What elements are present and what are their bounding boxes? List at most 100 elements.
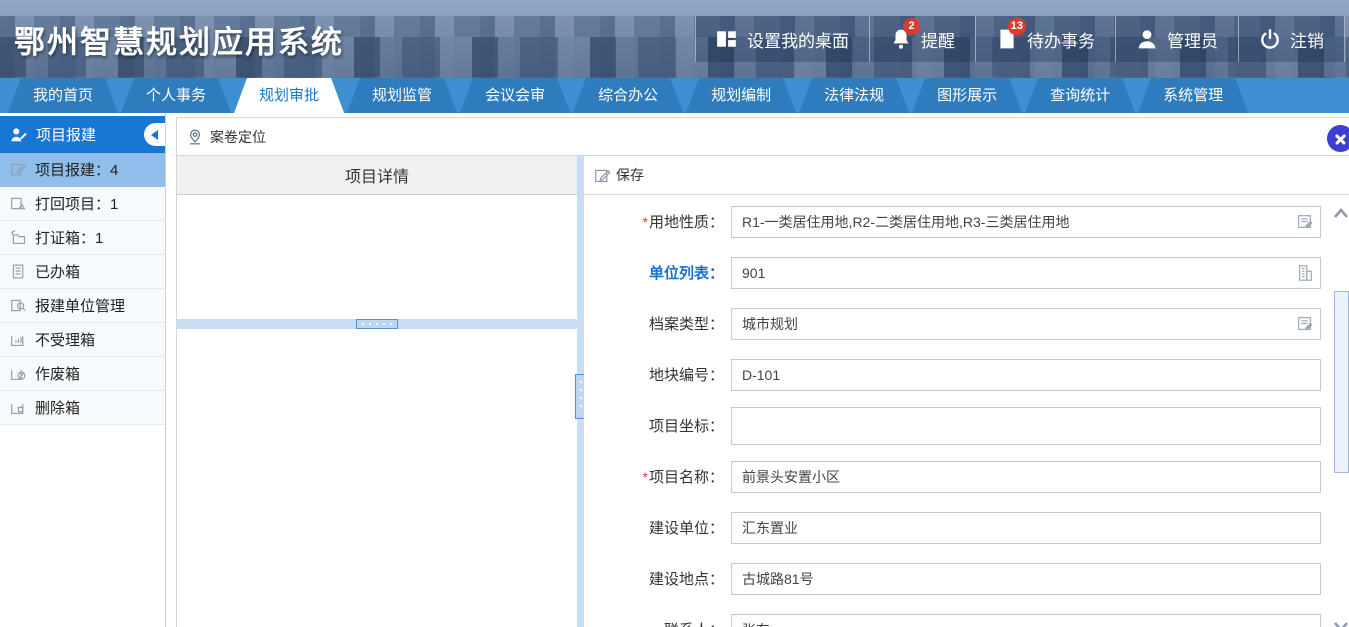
sidebar-item-certificate-box[interactable]: 打证箱：1 <box>0 221 165 255</box>
sidebar-item-label: 删除箱 <box>35 397 80 418</box>
tab-laws-regulations[interactable]: 法律法规 <box>799 78 909 113</box>
content-region: 案卷定位 项目详情 保存 *用地性质： <box>176 117 1349 627</box>
reminder-label: 提醒 <box>921 27 955 52</box>
horizontal-splitter[interactable] <box>177 319 577 329</box>
unit-list-link[interactable]: 单位列表： <box>584 262 724 283</box>
field-row-contact-person: 联系人： <box>584 604 1349 627</box>
logout-button[interactable]: 注销 <box>1238 16 1345 62</box>
sidebar-item-label: 报建单位管理 <box>35 295 125 316</box>
tab-system-management[interactable]: 系统管理 <box>1138 78 1248 113</box>
field-label: 地块编号： <box>584 364 724 385</box>
construction-unit-input[interactable] <box>731 512 1321 544</box>
box-cancel-icon <box>10 365 27 382</box>
required-asterisk: * <box>643 469 648 485</box>
scroll-down-icon[interactable] <box>1332 618 1349 627</box>
save-button-label: 保存 <box>616 165 644 185</box>
field-label: *用地性质： <box>584 211 724 232</box>
field-label: 联系人： <box>584 619 724 627</box>
building-icon[interactable] <box>1296 264 1314 282</box>
doc-lines-icon <box>10 263 27 280</box>
admin-label: 管理员 <box>1167 27 1218 52</box>
edit-note-icon[interactable] <box>1296 315 1314 333</box>
tab-graphic-display[interactable]: 图形展示 <box>912 78 1022 113</box>
tab-query-statistics[interactable]: 查询统计 <box>1025 78 1135 113</box>
todo-button[interactable]: 13 待办事务 <box>975 16 1115 62</box>
scroll-up-icon[interactable] <box>1332 206 1349 222</box>
sidebar-item-label: 打回项目：1 <box>35 193 118 214</box>
sidebar-item-done-box[interactable]: 已办箱 <box>0 255 165 289</box>
admin-button[interactable]: 管理员 <box>1115 16 1238 62</box>
form-scrollbar <box>1332 156 1349 627</box>
field-row-archive-type: 档案类型： <box>584 298 1349 349</box>
field-row-plot-number: 地块编号： <box>584 349 1349 400</box>
unit-list-input[interactable] <box>731 257 1321 289</box>
locate-case-button[interactable]: 案卷定位 <box>210 127 266 147</box>
field-row-project-name: *项目名称： <box>584 451 1349 502</box>
sidebar-group-project-submission[interactable]: 项目报建 <box>0 116 165 153</box>
save-button[interactable]: 保存 <box>594 165 644 185</box>
sidebar-item-label: 作废箱 <box>35 363 80 384</box>
sidebar-item-rejected-box[interactable]: 不受理箱 <box>0 323 165 357</box>
map-pin-icon <box>187 129 203 145</box>
content-toolbar: 案卷定位 <box>177 118 1349 156</box>
edit-note-icon[interactable] <box>1296 213 1314 231</box>
sidebar-item-unit-management[interactable]: 报建单位管理 <box>0 289 165 323</box>
set-desktop-button[interactable]: 设置我的桌面 <box>695 16 869 62</box>
field-label: *项目名称： <box>584 466 724 487</box>
header-actions: 设置我的桌面 2 提醒 13 待办事务 管理员 <box>695 16 1345 62</box>
plot-number-input[interactable] <box>731 359 1321 391</box>
app-header: 鄂州智慧规划应用系统 设置我的桌面 2 提醒 13 待办事 <box>0 0 1349 78</box>
sidebar-item-returned-projects[interactable]: 打回项目：1 <box>0 187 165 221</box>
construction-site-input[interactable] <box>731 563 1321 595</box>
project-detail-panel: 项目详情 <box>177 156 577 627</box>
tab-general-office[interactable]: 综合办公 <box>573 78 683 113</box>
sidebar-items: 项目报建：4 打回项目：1 打证箱：1 已办箱 报建单位管理 不受理箱 <box>0 153 165 425</box>
desktop-grid-icon <box>716 28 738 50</box>
tab-planning-supervision[interactable]: 规划监管 <box>347 78 457 113</box>
land-use-input[interactable] <box>731 206 1321 238</box>
archive-type-input[interactable] <box>731 308 1321 340</box>
project-coordinates-input[interactable] <box>731 407 1321 445</box>
box-trash-icon <box>10 399 27 416</box>
tab-planning-approval[interactable]: 规划审批 <box>234 78 344 113</box>
box-chart-icon <box>10 331 27 348</box>
reminder-badge: 2 <box>903 18 920 35</box>
app-title: 鄂州智慧规划应用系统 <box>14 17 344 62</box>
reminder-button[interactable]: 2 提醒 <box>869 16 975 62</box>
set-desktop-label: 设置我的桌面 <box>747 27 849 52</box>
sidebar-item-deleted-box[interactable]: 删除箱 <box>0 391 165 425</box>
person-pencil-icon <box>10 126 28 144</box>
doc-pencil-icon <box>10 161 27 178</box>
field-label: 建设单位： <box>584 517 724 538</box>
sidebar-item-voided-box[interactable]: 作废箱 <box>0 357 165 391</box>
tab-planning-compilation[interactable]: 规划编制 <box>686 78 796 113</box>
main-nav: 我的首页 个人事务 规划审批 规划监管 会议会审 综合办公 规划编制 法律法规 … <box>0 78 1349 113</box>
folder-return-icon <box>10 229 27 246</box>
todo-label: 待办事务 <box>1027 27 1095 52</box>
tab-my-home[interactable]: 我的首页 <box>8 78 118 113</box>
horizontal-splitter-handle[interactable] <box>356 319 398 329</box>
app-root: 鄂州智慧规划应用系统 设置我的桌面 2 提醒 13 待办事 <box>0 0 1349 627</box>
todo-badge: 13 <box>1008 18 1026 35</box>
doc-search-icon <box>10 297 27 314</box>
field-row-construction-site: 建设地点： <box>584 553 1349 604</box>
close-icon[interactable] <box>1327 125 1349 152</box>
vertical-splitter[interactable] <box>577 156 584 627</box>
project-detail-title: 项目详情 <box>177 156 577 195</box>
edit-pencil-icon <box>594 167 611 184</box>
project-name-input[interactable] <box>731 461 1321 493</box>
sidebar-item-project-submission[interactable]: 项目报建：4 <box>0 153 165 187</box>
sidebar-collapse-button[interactable] <box>144 123 165 146</box>
field-row-project-coordinates: 项目坐标： <box>584 400 1349 451</box>
field-label: 项目坐标： <box>584 415 724 436</box>
sidebar-item-label: 已办箱 <box>35 261 80 282</box>
user-icon <box>1136 28 1158 50</box>
scrollbar-thumb[interactable] <box>1334 291 1349 473</box>
form-toolbar: 保存 <box>584 156 1349 195</box>
sidebar-item-label: 不受理箱 <box>35 329 95 350</box>
tab-personal-affairs[interactable]: 个人事务 <box>121 78 231 113</box>
power-icon <box>1259 28 1281 50</box>
contact-person-input[interactable] <box>731 614 1321 627</box>
field-row-land-use: *用地性质： <box>584 196 1349 247</box>
tab-meeting-review[interactable]: 会议会审 <box>460 78 570 113</box>
